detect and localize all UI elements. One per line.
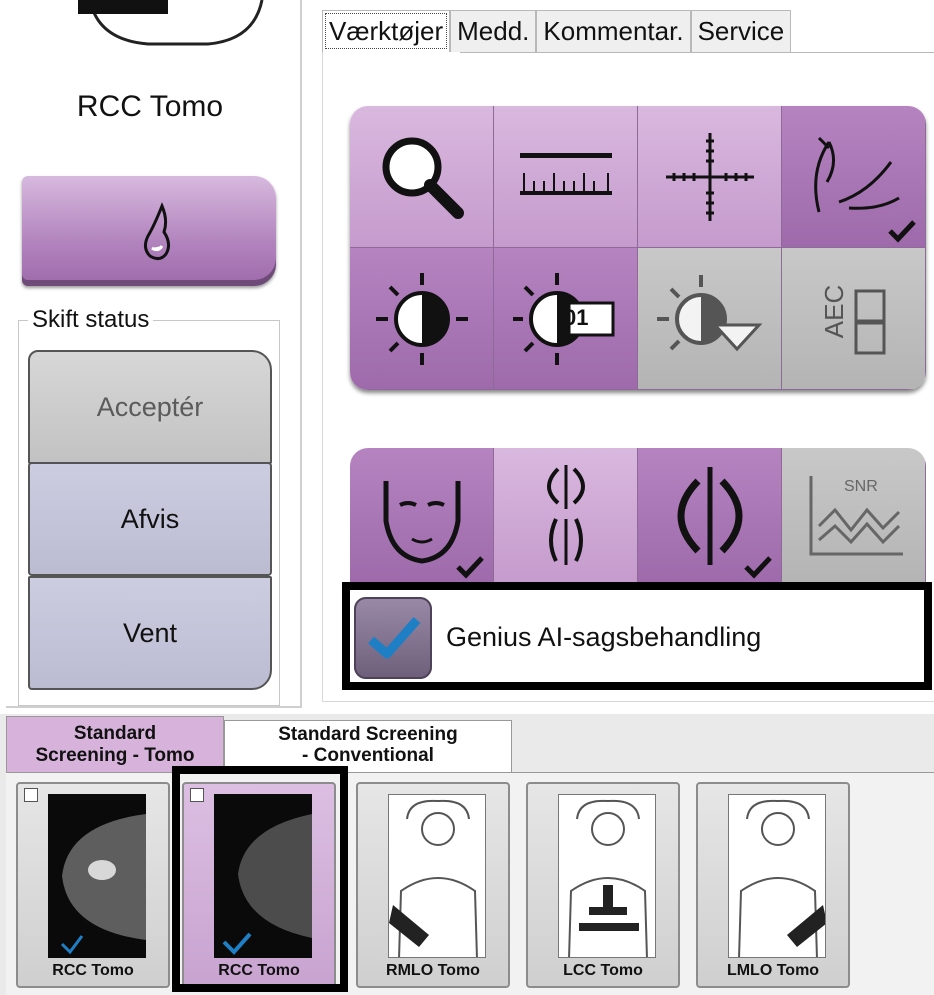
contrast-icon xyxy=(375,272,468,365)
midline-tool[interactable] xyxy=(638,448,782,584)
implant-tool[interactable] xyxy=(782,106,926,248)
lcc-diagram xyxy=(558,794,656,958)
ai-option-label: Genius AI-sagsbehandling xyxy=(446,622,762,652)
flag-button[interactable] xyxy=(22,176,276,286)
view-label: RCC Tomo xyxy=(76,90,224,123)
symmetry-tool[interactable] xyxy=(494,448,638,584)
selected-thumbnail-highlight xyxy=(172,766,348,992)
procedure-tab-label: Screening - Tomo xyxy=(35,745,195,766)
wait-button[interactable]: Vent xyxy=(28,576,272,690)
reject-button[interactable]: Afvis xyxy=(28,462,272,576)
tab-tools[interactable]: Værktøjer xyxy=(322,10,451,52)
mammogram-image xyxy=(48,794,146,958)
procedure-tab-label: Standard xyxy=(73,723,157,744)
accept-button[interactable]: Acceptér xyxy=(28,350,272,464)
thumbnail-lcc-tomo[interactable]: LCC Tomo xyxy=(526,782,680,988)
checkmark-icon xyxy=(456,556,484,579)
drop-icon xyxy=(143,202,171,261)
checkmark-icon xyxy=(744,556,772,579)
thumbnail-checkbox[interactable] xyxy=(24,788,38,802)
face-icon xyxy=(383,480,460,564)
thumbnail-lmlo-tomo[interactable]: LMLO Tomo xyxy=(696,782,850,988)
procedure-tab-label: - Conventional xyxy=(302,745,434,766)
crosshair-icon xyxy=(665,132,754,221)
tab-bar: Værktøjer Medd. Kommentar. Service xyxy=(322,10,792,52)
magnifier-icon xyxy=(382,137,464,219)
brightness-dropdown-icon xyxy=(656,274,762,351)
crosshair-tool[interactable] xyxy=(638,106,782,248)
procedure-tab-conventional[interactable]: Standard Screening - Conventional xyxy=(224,720,512,772)
procedure-tab-label: Standard Screening xyxy=(278,724,458,745)
lmlo-diagram xyxy=(728,794,826,958)
thumbnail-label: LCC Tomo xyxy=(563,962,643,979)
ct-toggle-label: 01 xyxy=(564,305,589,330)
contrast-tool[interactable] xyxy=(350,248,494,390)
snr-tool[interactable]: SNR xyxy=(782,448,926,584)
breast-implant-icon xyxy=(813,136,900,212)
aec-label: AEC xyxy=(819,284,850,339)
ai-option-checkbox[interactable] xyxy=(354,597,432,679)
magnifier-tool[interactable] xyxy=(350,106,494,248)
thumbnail-label: RMLO Tomo xyxy=(386,962,480,979)
checkmark-icon xyxy=(888,220,916,243)
tool-row-2: SNR xyxy=(350,448,926,584)
procedure-tab-tomo[interactable]: Standard Screening - Tomo xyxy=(6,716,224,772)
checkmark-icon xyxy=(368,617,421,659)
ct-toggle-tool[interactable]: 01 xyxy=(494,248,638,390)
symmetry-icon xyxy=(546,464,585,565)
aec-tool[interactable]: AEC xyxy=(782,248,926,390)
snr-label: SNR xyxy=(844,478,878,495)
tab-comments[interactable]: Kommentar. xyxy=(536,10,691,52)
view-thumbnail xyxy=(78,0,264,46)
thumbnail-rcc-tomo-1[interactable]: RCC Tomo xyxy=(16,782,170,988)
thumbnail-label: RCC Tomo xyxy=(52,962,134,979)
thumbnail-label: LMLO Tomo xyxy=(726,962,820,979)
tool-grid: 01 AEC xyxy=(350,106,926,390)
window-preset-tool[interactable] xyxy=(638,248,782,390)
face-tool[interactable] xyxy=(350,448,494,584)
status-group-label: Skift status xyxy=(28,306,154,334)
rmlo-diagram xyxy=(388,794,486,958)
thumbnail-rmlo-tomo[interactable]: RMLO Tomo xyxy=(356,782,510,988)
ruler-tool[interactable] xyxy=(494,106,638,248)
tab-messages[interactable]: Medd. xyxy=(450,10,537,52)
tab-service[interactable]: Service xyxy=(690,10,792,52)
midline-icon xyxy=(677,466,742,565)
ruler-icon xyxy=(519,152,612,195)
